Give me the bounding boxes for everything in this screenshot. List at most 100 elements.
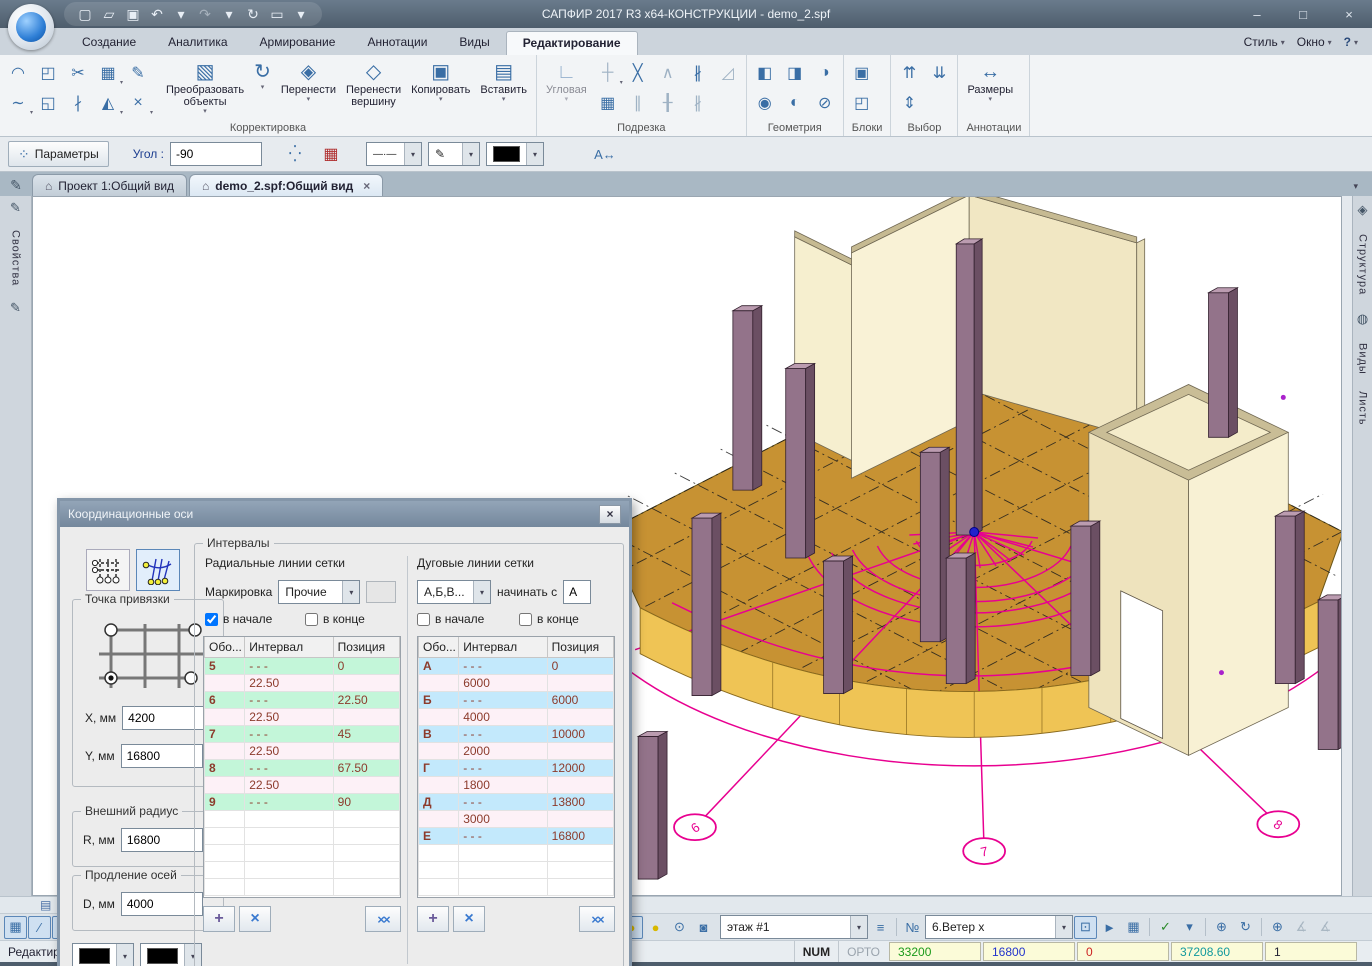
move-button[interactable]: ◈Перенести▾ [276,57,341,121]
pencil-icon[interactable]: ✎ [10,300,21,316]
mirror-icon[interactable]: ◭▾ [94,89,122,117]
redo-menu-icon[interactable]: ▾ [218,4,240,24]
table-row[interactable]: Г- - -12000 [419,759,614,776]
bool-intersect-icon[interactable]: ◉ [751,89,779,117]
save-icon[interactable]: ▣ [122,4,144,24]
table-cell[interactable]: 6 [205,691,245,708]
color-select[interactable]: ▾ [486,142,544,166]
table-cell[interactable] [547,776,613,793]
bool-union-icon[interactable]: ◧ [751,59,779,87]
table-cell[interactable]: 6000 [459,674,547,691]
table-row[interactable]: 1800 [419,776,614,793]
table-cell[interactable]: 2000 [459,742,547,759]
axis-color-select[interactable]: ▾ [72,943,134,966]
numbering-icon[interactable]: № [901,916,924,939]
table-cell[interactable]: 12000 [547,759,613,776]
snap-grid-icon[interactable]: ▦ [4,916,27,939]
ribbon-tab-Виды[interactable]: Виды [443,31,505,55]
arc-tool-icon[interactable]: ◠ [4,59,32,87]
ribbon-tab-Редактирование[interactable]: Редактирование [506,31,638,55]
rotate-button[interactable]: ↻▾ [249,57,276,121]
table-cell[interactable] [547,742,613,759]
d-input[interactable] [121,892,203,916]
table-cell[interactable] [333,742,399,759]
table-cell[interactable]: 22.50 [245,674,333,691]
edit-block-icon[interactable]: ◰ [848,89,876,117]
table-row[interactable]: Е- - -16800 [419,827,614,844]
table-cell[interactable]: 5 [205,657,245,674]
rotate-tool-icon[interactable]: ↻ [1234,916,1257,939]
move-node-icon[interactable]: ⊕ [1266,916,1289,939]
snap-line-icon[interactable]: ∕ [28,916,51,939]
arc-add-button[interactable]: + [417,906,449,932]
radial-axes-table[interactable]: Обо...ИнтервалПозиция5- - -022.506- - -2… [203,636,401,898]
select-span-icon[interactable]: ⇕ [895,89,923,117]
scissors-icon[interactable]: ✂ [64,59,92,87]
table-cell[interactable]: - - - [459,725,547,742]
table-cell[interactable] [205,674,245,691]
table-cell[interactable]: Е [419,827,459,844]
table-cell[interactable]: - - - [245,759,333,776]
tab-close-icon[interactable]: × [363,179,370,193]
ribbon-tab-Создание[interactable]: Создание [66,31,152,55]
table-row[interactable]: 4000 [419,708,614,725]
eyedropper-icon[interactable]: ✎ [124,59,152,87]
table-cell[interactable] [205,708,245,725]
table-cell[interactable]: 10000 [547,725,613,742]
bubble-color-select[interactable]: ▾ [140,943,202,966]
open-folder-icon[interactable]: ▱ [98,4,120,24]
table-cell[interactable]: - - - [245,725,333,742]
table-cell[interactable]: 4000 [459,708,547,725]
table-cell[interactable]: - - - [245,793,333,810]
table-cell[interactable]: - - - [459,827,547,844]
undo-menu-icon[interactable]: ▾ [170,4,192,24]
apply-icon[interactable]: ✓ [1154,916,1177,939]
orthogonal-grid-button[interactable] [86,549,130,591]
arc-delete-all-button[interactable]: ×× [579,906,615,932]
style-menu[interactable]: Стиль▾ [1240,33,1289,51]
table-cell[interactable]: А [419,657,459,674]
apply-more-icon[interactable]: ▾ [1178,916,1201,939]
ribbon-tab-Аннотации[interactable]: Аннотации [351,31,443,55]
paste-button[interactable]: ▤Вставить▾ [475,57,532,121]
table-cell[interactable]: 22.50 [245,742,333,759]
table-row[interactable]: 3000 [419,810,614,827]
table-cell[interactable]: 67.50 [333,759,399,776]
delete-cross-icon[interactable]: ×▾ [124,89,152,117]
table-cell[interactable]: 9 [205,793,245,810]
table-cell[interactable]: 22.50 [245,776,333,793]
arc-start-checkbox[interactable]: в начале [417,612,484,626]
radial-grid-button[interactable] [136,549,180,591]
table-cell[interactable]: 90 [333,793,399,810]
table-row[interactable]: 22.50 [205,674,400,691]
y-input[interactable] [121,744,203,768]
radial-delete-button[interactable]: × [239,906,271,932]
table-row[interactable]: Б- - -6000 [419,691,614,708]
table-column-header[interactable]: Обо... [419,637,459,657]
table-cell[interactable] [547,674,613,691]
table-row[interactable]: 5- - -0 [205,657,400,674]
dialog-close-button[interactable]: × [599,505,621,524]
minimize-button[interactable]: – [1234,1,1280,27]
table-cell[interactable]: - - - [459,691,547,708]
table-cell[interactable]: Д [419,793,459,810]
grid-color-icon[interactable]: ▦ [316,140,346,168]
table-column-header[interactable]: Позиция [333,637,399,657]
table-cell[interactable]: 3000 [459,810,547,827]
table-cell[interactable]: 22.50 [245,708,333,725]
table-row[interactable]: 8- - -67.50 [205,759,400,776]
table-cell[interactable] [547,810,613,827]
table-row[interactable]: В- - -10000 [419,725,614,742]
light-sun-icon[interactable]: ● [644,916,667,939]
table-cell[interactable]: 45 [333,725,399,742]
close-button[interactable]: × [1326,1,1372,27]
pencil-icon[interactable]: ✎ [10,200,21,216]
select-above-icon[interactable]: ⇈ [895,59,923,87]
table-row[interactable]: А- - -0 [419,657,614,674]
start-with-input[interactable] [563,580,591,604]
pen-select[interactable]: ✎▾ [428,142,480,166]
lamp-object-icon[interactable]: ⊙ [668,916,691,939]
table-cell[interactable]: - - - [459,793,547,810]
table-cell[interactable] [333,708,399,725]
table-cell[interactable]: - - - [245,657,333,674]
